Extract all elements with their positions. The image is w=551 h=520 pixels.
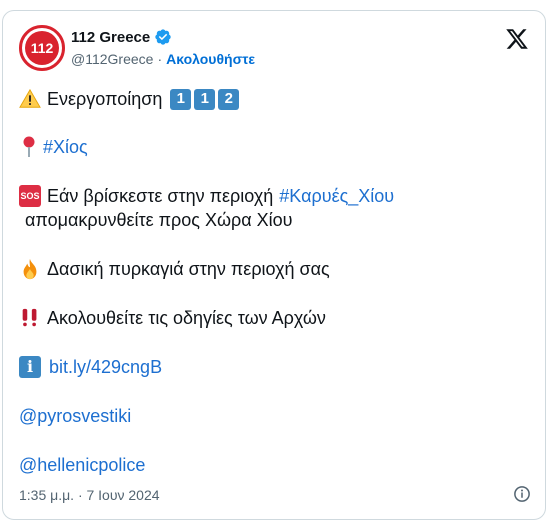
sos-text: Εάν βρίσκεστε στην περιοχή [47, 186, 274, 206]
warning-icon [19, 88, 41, 108]
line-fire: Δασική πυρκαγιά στην περιοχή σας [19, 257, 330, 281]
keycap-1-first: 1 [170, 88, 192, 110]
x-logo-icon[interactable] [505, 27, 529, 51]
instructions-text: Ακολουθείτε τις οδηγίες των Αρχών [47, 308, 326, 328]
hashtag-chios[interactable]: #Χίος [43, 135, 88, 159]
author-name[interactable]: 112 Greece [71, 29, 150, 46]
mention-hellenicpolice[interactable]: @hellenicpolice [19, 453, 145, 477]
double-exclamation-icon [22, 308, 37, 327]
line-link: i bit.ly/429cngB [19, 355, 162, 379]
tweet-card: 112 112 Greece @112Greece · Ακολουθήστε … [2, 10, 546, 520]
mention-pyrosvestiki[interactable]: @pyrosvestiki [19, 404, 131, 428]
tweet-timestamp[interactable]: 1:35 μ.μ. · 7 Ιουν 2024 [19, 487, 160, 503]
line-location: #Χίος [19, 135, 88, 159]
short-link[interactable]: bit.ly/429cngB [49, 355, 162, 379]
line-activation: Ενεργοποίηση 1 1 2 [19, 87, 242, 111]
avatar[interactable]: 112 [19, 25, 65, 71]
information-icon: i [19, 356, 41, 378]
line-mention-2: @hellenicpolice [19, 453, 145, 477]
author-name-row[interactable]: 112 Greece [71, 28, 172, 46]
evacuate-text: απομακρυνθείτε προς Χώρα Χίου [25, 210, 293, 230]
info-circle-icon[interactable] [513, 485, 531, 503]
sos-icon: SOS [19, 185, 41, 207]
line-mention-1: @pyrosvestiki [19, 404, 131, 428]
follow-button[interactable]: Ακολουθήστε [166, 51, 255, 67]
fire-text: Δασική πυρκαγιά στην περιοχή σας [47, 259, 330, 279]
keycap-1-second: 1 [194, 88, 216, 110]
line-instructions: Ακολουθείτε τις οδηγίες των Αρχών [19, 306, 326, 330]
fire-icon [23, 258, 37, 280]
keycap-2: 2 [218, 88, 240, 110]
line-sos: SOS Εάν βρίσκεστε στην περιοχή #Καρυές_Χ… [19, 184, 394, 208]
activation-text: Ενεργοποίηση [47, 89, 163, 109]
line-sos-continued: απομακρυνθείτε προς Χώρα Χίου [25, 208, 293, 232]
author-handle-row: @112Greece · Ακολουθήστε [71, 51, 255, 67]
separator: · [157, 51, 163, 67]
author-handle[interactable]: @112Greece [71, 51, 153, 67]
round-pushpin-icon [23, 136, 35, 157]
verified-badge-icon [155, 29, 171, 45]
hashtag-karyes[interactable]: #Καρυές_Χίου [279, 184, 394, 208]
avatar-logo: 112 [25, 31, 59, 65]
